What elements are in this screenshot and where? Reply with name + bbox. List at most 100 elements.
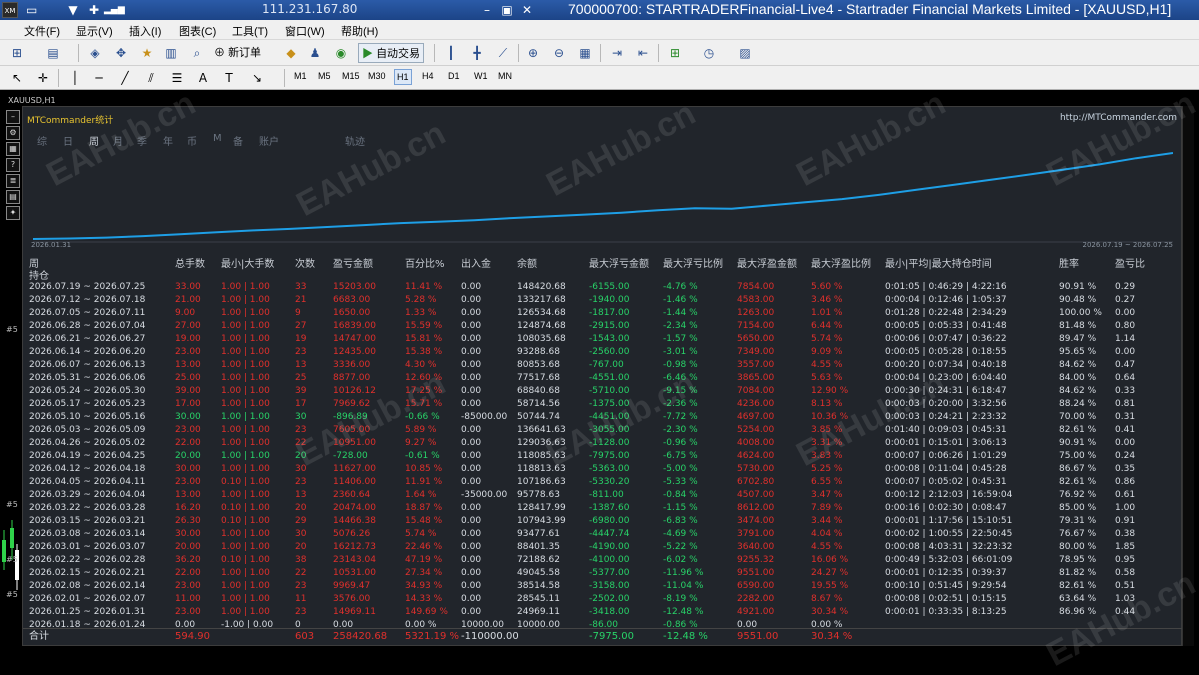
table-row[interactable]: 2026.02.15 ~ 2026.02.21 22.00 1.00 | 1.00 2… bbox=[23, 567, 1183, 580]
tab-account[interactable]: 账户 bbox=[259, 133, 279, 148]
tester-icon[interactable]: ⌕ bbox=[188, 44, 206, 62]
table-row[interactable]: 2026.06.21 ~ 2026.06.27 19.00 1.00 | 1.00 1… bbox=[23, 333, 1183, 346]
table-row[interactable]: 2026.04.26 ~ 2026.05.02 22.00 1.00 | 1.00 2… bbox=[23, 437, 1183, 450]
minus-icon[interactable]: – bbox=[6, 110, 20, 124]
table-row[interactable]: 2026.02.22 ~ 2026.02.28 36.20 0.10 | 1.00 3… bbox=[23, 554, 1183, 567]
restore-icon[interactable]: ▭ bbox=[26, 2, 37, 18]
tab-quarter[interactable]: 季 bbox=[137, 133, 147, 148]
periods-icon[interactable]: ◷ bbox=[700, 44, 718, 62]
vertical-line-icon[interactable]: │ bbox=[66, 69, 84, 87]
tab-day[interactable]: 日 bbox=[63, 133, 73, 148]
tf-w1[interactable]: W1 bbox=[474, 71, 488, 81]
tf-m30[interactable]: M30 bbox=[368, 71, 386, 81]
tab-summary[interactable]: 综 bbox=[37, 133, 47, 148]
tf-h4[interactable]: H4 bbox=[422, 71, 434, 81]
tf-d1[interactable]: D1 bbox=[448, 71, 460, 81]
user-icon[interactable]: ♟ bbox=[306, 44, 324, 62]
tf-mn[interactable]: MN bbox=[498, 71, 512, 81]
tf-m5[interactable]: M5 bbox=[318, 71, 331, 81]
table-row[interactable]: 2026.03.15 ~ 2026.03.21 26.30 0.10 | 1.00 2… bbox=[23, 515, 1183, 528]
menu-chart[interactable]: 图表(C) bbox=[179, 23, 216, 39]
table-row[interactable]: 2026.07.19 ~ 2026.07.25 33.00 1.00 | 1.00 3… bbox=[23, 281, 1183, 294]
data-window-icon[interactable]: ✥ bbox=[112, 44, 130, 62]
label-icon[interactable]: T bbox=[220, 69, 238, 87]
table-row[interactable]: 2026.03.01 ~ 2026.03.07 20.00 1.00 | 1.00 2… bbox=[23, 541, 1183, 554]
table-row[interactable]: 2026.05.31 ~ 2026.06.06 25.00 1.00 | 1.00 2… bbox=[23, 372, 1183, 385]
table-row[interactable]: 2026.04.05 ~ 2026.04.11 23.00 0.10 | 1.00 2… bbox=[23, 476, 1183, 489]
table-row[interactable]: 2026.03.29 ~ 2026.04.04 13.00 1.00 | 1.00 1… bbox=[23, 489, 1183, 502]
tile-windows-icon[interactable]: ▦ bbox=[576, 44, 594, 62]
tab-note[interactable]: 备 bbox=[233, 133, 243, 148]
table-row[interactable]: 2026.02.01 ~ 2026.02.07 11.00 1.00 | 1.00 1… bbox=[23, 593, 1183, 606]
line-chart-icon[interactable]: ⟋ bbox=[494, 44, 512, 62]
table-row[interactable]: 2026.06.07 ~ 2026.06.13 13.00 1.00 | 1.00 1… bbox=[23, 359, 1183, 372]
tab-magic[interactable]: M bbox=[213, 133, 222, 144]
horizontal-line-icon[interactable]: ─ bbox=[90, 69, 108, 87]
close-button[interactable]: ✕ bbox=[520, 2, 534, 18]
options-icon[interactable]: ◉ bbox=[332, 44, 350, 62]
menu-help[interactable]: 帮助(H) bbox=[341, 23, 378, 39]
navigator-icon[interactable]: ★ bbox=[138, 44, 156, 62]
auto-scroll-icon[interactable]: ⇥ bbox=[608, 44, 626, 62]
list-icon[interactable]: ≣ bbox=[6, 174, 20, 188]
tab-month[interactable]: 月 bbox=[113, 133, 123, 148]
tf-m1[interactable]: M1 bbox=[294, 71, 307, 81]
tab-year[interactable]: 年 bbox=[163, 133, 173, 148]
plus-icon[interactable]: ✚ bbox=[88, 2, 100, 18]
table-row[interactable]: 2026.02.08 ~ 2026.02.14 23.00 1.00 | 1.00 2… bbox=[23, 580, 1183, 593]
tab-track[interactable]: 轨迹 bbox=[345, 133, 365, 148]
auto-trade-button[interactable]: ▶ 自动交易 bbox=[358, 43, 425, 63]
metaeditor-icon[interactable]: ◆ bbox=[282, 44, 300, 62]
channel-icon[interactable]: ⫽ bbox=[142, 69, 160, 87]
table-row[interactable]: 2026.07.05 ~ 2026.07.11 9.00 1.00 | 1.00 9 1… bbox=[23, 307, 1183, 320]
tab-currency[interactable]: 币 bbox=[187, 133, 197, 148]
profiles-icon[interactable]: ▤ bbox=[44, 44, 62, 62]
menu-file[interactable]: 文件(F) bbox=[24, 23, 60, 39]
config-icon[interactable]: ✦ bbox=[6, 206, 20, 220]
terminal-icon[interactable]: ▥ bbox=[162, 44, 180, 62]
zoom-in-icon[interactable]: ⊕ bbox=[524, 44, 542, 62]
minimize-button[interactable]: – bbox=[480, 2, 494, 18]
table-row[interactable]: 2026.06.14 ~ 2026.06.20 23.00 1.00 | 1.00 2… bbox=[23, 346, 1183, 359]
indicators-icon[interactable]: ⊞ bbox=[666, 44, 684, 62]
new-chart-icon[interactable]: ⊞ bbox=[8, 44, 26, 62]
table-row[interactable]: 2026.06.28 ~ 2026.07.04 27.00 1.00 | 1.00 2… bbox=[23, 320, 1183, 333]
table-row[interactable]: 2026.03.22 ~ 2026.03.28 16.20 0.10 | 1.00 2… bbox=[23, 502, 1183, 515]
candlestick-icon[interactable]: ╋ bbox=[468, 44, 486, 62]
arrows-icon[interactable]: ↘ bbox=[248, 69, 266, 87]
crosshair-icon[interactable]: ✛ bbox=[34, 69, 52, 87]
cursor-icon[interactable]: ↖ bbox=[8, 69, 26, 87]
fibonacci-icon[interactable]: ☰ bbox=[168, 69, 186, 87]
table-row[interactable]: 2026.04.19 ~ 2026.04.25 20.00 1.00 | 1.00 2… bbox=[23, 450, 1183, 463]
menu-view[interactable]: 显示(V) bbox=[76, 23, 113, 39]
table-row[interactable]: 2026.01.25 ~ 2026.01.31 23.00 1.00 | 1.00 2… bbox=[23, 606, 1183, 619]
panel-url[interactable]: http://MTCommander.com bbox=[1060, 113, 1177, 123]
table-row[interactable]: 2026.04.12 ~ 2026.04.18 30.00 1.00 | 1.00 3… bbox=[23, 463, 1183, 476]
help-icon[interactable]: ? bbox=[6, 158, 20, 172]
market-watch-icon[interactable]: ◈ bbox=[86, 44, 104, 62]
right-scrollbar[interactable] bbox=[1182, 106, 1194, 646]
table-row[interactable]: 2026.05.17 ~ 2026.05.23 17.00 1.00 | 1.00 1… bbox=[23, 398, 1183, 411]
tab-week[interactable]: 周 bbox=[89, 133, 99, 148]
zoom-out-icon[interactable]: ⊖ bbox=[550, 44, 568, 62]
chart-shift-icon[interactable]: ⇤ bbox=[634, 44, 652, 62]
table-row[interactable]: 2026.07.12 ~ 2026.07.18 21.00 1.00 | 1.00 2… bbox=[23, 294, 1183, 307]
trendline-icon[interactable]: ╱ bbox=[116, 69, 134, 87]
maximize-button[interactable]: ▣ bbox=[500, 2, 514, 18]
tf-h1[interactable]: H1 bbox=[394, 69, 412, 85]
tf-m15[interactable]: M15 bbox=[342, 71, 360, 81]
settings-icon[interactable]: ⚙ bbox=[6, 126, 20, 140]
text-icon[interactable]: A bbox=[194, 69, 212, 87]
table-row[interactable]: 2026.05.10 ~ 2026.05.16 30.00 1.00 | 1.00 3… bbox=[23, 411, 1183, 424]
table-row[interactable]: 2026.03.08 ~ 2026.03.14 30.00 1.00 | 1.00 3… bbox=[23, 528, 1183, 541]
menu-window[interactable]: 窗口(W) bbox=[285, 23, 325, 39]
bar-chart-icon[interactable]: ┃ bbox=[442, 44, 460, 62]
grid-icon[interactable]: ▦ bbox=[6, 142, 20, 156]
table-row[interactable]: 2026.05.03 ~ 2026.05.09 23.00 1.00 | 1.00 2… bbox=[23, 424, 1183, 437]
menu-insert[interactable]: 插入(I) bbox=[129, 23, 161, 39]
menu-tools[interactable]: 工具(T) bbox=[232, 23, 268, 39]
templates-icon[interactable]: ▨ bbox=[736, 44, 754, 62]
new-order-button[interactable]: ⊕ 新订单 bbox=[214, 43, 261, 63]
dropdown-arrow-icon[interactable]: ▼ bbox=[68, 2, 78, 18]
table-icon[interactable]: ▤ bbox=[6, 190, 20, 204]
